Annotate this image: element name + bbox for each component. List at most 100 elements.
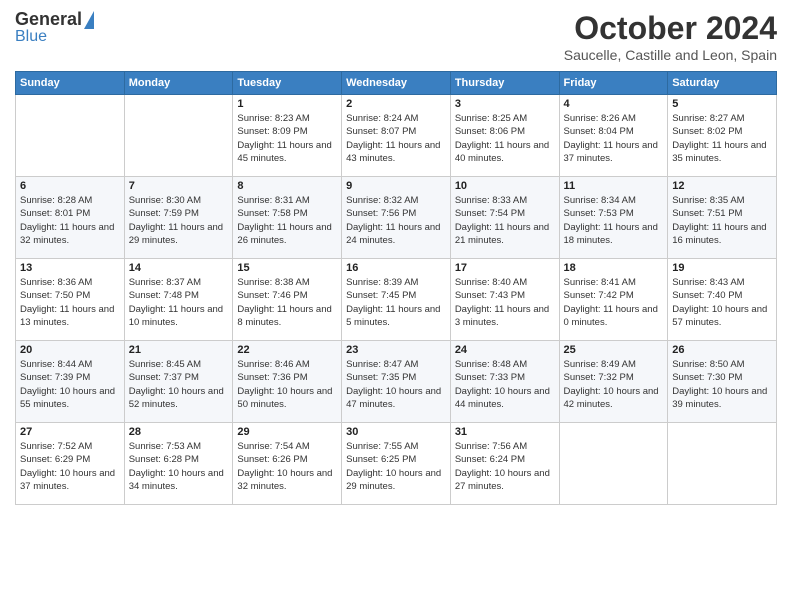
calendar-cell: 21 Sunrise: 8:45 AMSunset: 7:37 PMDayligh…: [124, 341, 233, 423]
calendar-cell: 12 Sunrise: 8:35 AMSunset: 7:51 PMDayligh…: [668, 177, 777, 259]
calendar-cell: [559, 423, 668, 505]
day-detail: Sunrise: 8:34 AMSunset: 7:53 PMDaylight:…: [564, 194, 664, 247]
header-day: Sunday: [16, 72, 125, 95]
calendar-cell: 23 Sunrise: 8:47 AMSunset: 7:35 PMDayligh…: [342, 341, 451, 423]
day-detail: Sunrise: 8:25 AMSunset: 8:06 PMDaylight:…: [455, 112, 555, 165]
logo-general: General: [15, 10, 82, 28]
day-detail: Sunrise: 8:30 AMSunset: 7:59 PMDaylight:…: [129, 194, 229, 247]
day-detail: Sunrise: 8:24 AMSunset: 8:07 PMDaylight:…: [346, 112, 446, 165]
day-detail: Sunrise: 8:40 AMSunset: 7:43 PMDaylight:…: [455, 276, 555, 329]
calendar-cell: 19Sunrise: 8:43 AMSunset: 7:40 PMDayligh…: [668, 259, 777, 341]
calendar-cell: 13Sunrise: 8:36 AMSunset: 7:50 PMDayligh…: [16, 259, 125, 341]
day-number: 23: [346, 344, 446, 356]
page: General Blue October 2024 Saucelle, Cast…: [0, 0, 792, 612]
day-number: 24: [455, 344, 555, 356]
logo-blue: Blue: [15, 28, 47, 46]
header-day: Monday: [124, 72, 233, 95]
calendar-header: SundayMondayTuesdayWednesdayThursdayFrid…: [16, 72, 777, 95]
calendar-cell: 17 Sunrise: 8:40 AMSunset: 7:43 PMDayligh…: [450, 259, 559, 341]
header-day: Saturday: [668, 72, 777, 95]
day-detail: Sunrise: 7:54 AMSunset: 6:26 PMDaylight:…: [237, 440, 337, 493]
calendar-cell: 30 Sunrise: 7:55 AMSunset: 6:25 PMDayligh…: [342, 423, 451, 505]
day-detail: Sunrise: 8:45 AMSunset: 7:37 PMDaylight:…: [129, 358, 229, 411]
day-number: 30: [346, 426, 446, 438]
header: General Blue October 2024 Saucelle, Cast…: [15, 10, 777, 63]
day-number: 8: [237, 180, 337, 192]
day-number: 27: [20, 426, 120, 438]
day-number: 21: [129, 344, 229, 356]
day-number: 28: [129, 426, 229, 438]
calendar-cell: 8 Sunrise: 8:31 AMSunset: 7:58 PMDaylight…: [233, 177, 342, 259]
calendar-cell: [124, 95, 233, 177]
day-detail: Sunrise: 8:27 AMSunset: 8:02 PMDaylight:…: [672, 112, 772, 165]
day-detail: Sunrise: 8:37 AMSunset: 7:48 PMDaylight:…: [129, 276, 229, 329]
day-detail: Sunrise: 8:38 AMSunset: 7:46 PMDaylight:…: [237, 276, 337, 329]
day-detail: Sunrise: 8:23 AMSunset: 8:09 PMDaylight:…: [237, 112, 337, 165]
calendar-cell: 2 Sunrise: 8:24 AMSunset: 8:07 PMDaylight…: [342, 95, 451, 177]
day-number: 25: [564, 344, 664, 356]
day-number: 16: [346, 262, 446, 274]
day-number: 2: [346, 98, 446, 110]
header-row: SundayMondayTuesdayWednesdayThursdayFrid…: [16, 72, 777, 95]
day-number: 15: [237, 262, 337, 274]
day-number: 22: [237, 344, 337, 356]
day-number: 3: [455, 98, 555, 110]
calendar-week: 13Sunrise: 8:36 AMSunset: 7:50 PMDayligh…: [16, 259, 777, 341]
calendar-cell: 6 Sunrise: 8:28 AMSunset: 8:01 PMDaylight…: [16, 177, 125, 259]
logo: General Blue: [15, 10, 94, 46]
calendar-cell: 15 Sunrise: 8:38 AMSunset: 7:46 PMDayligh…: [233, 259, 342, 341]
day-detail: Sunrise: 8:47 AMSunset: 7:35 PMDaylight:…: [346, 358, 446, 411]
day-number: 17: [455, 262, 555, 274]
title-block: October 2024 Saucelle, Castille and Leon…: [564, 10, 777, 63]
calendar-cell: 26Sunrise: 8:50 AMSunset: 7:30 PMDayligh…: [668, 341, 777, 423]
calendar-cell: 29Sunrise: 7:54 AMSunset: 6:26 PMDayligh…: [233, 423, 342, 505]
calendar-week: 27 Sunrise: 7:52 AMSunset: 6:29 PMDayligh…: [16, 423, 777, 505]
header-day: Friday: [559, 72, 668, 95]
day-detail: Sunrise: 8:41 AMSunset: 7:42 PMDaylight:…: [564, 276, 664, 329]
calendar-cell: [668, 423, 777, 505]
day-detail: Sunrise: 8:32 AMSunset: 7:56 PMDaylight:…: [346, 194, 446, 247]
calendar-body: 1Sunrise: 8:23 AMSunset: 8:09 PMDaylight…: [16, 95, 777, 505]
calendar-cell: 5 Sunrise: 8:27 AMSunset: 8:02 PMDaylight…: [668, 95, 777, 177]
logo-text: General: [15, 10, 94, 28]
day-detail: Sunrise: 8:26 AMSunset: 8:04 PMDaylight:…: [564, 112, 664, 165]
day-detail: Sunrise: 8:36 AMSunset: 7:50 PMDaylight:…: [20, 276, 120, 329]
calendar: SundayMondayTuesdayWednesdayThursdayFrid…: [15, 71, 777, 505]
day-number: 10: [455, 180, 555, 192]
day-number: 5: [672, 98, 772, 110]
calendar-cell: 18 Sunrise: 8:41 AMSunset: 7:42 PMDayligh…: [559, 259, 668, 341]
day-number: 6: [20, 180, 120, 192]
calendar-cell: 16Sunrise: 8:39 AMSunset: 7:45 PMDayligh…: [342, 259, 451, 341]
day-detail: Sunrise: 7:55 AMSunset: 6:25 PMDaylight:…: [346, 440, 446, 493]
day-number: 26: [672, 344, 772, 356]
day-detail: Sunrise: 8:33 AMSunset: 7:54 PMDaylight:…: [455, 194, 555, 247]
day-number: 4: [564, 98, 664, 110]
calendar-cell: 1Sunrise: 8:23 AMSunset: 8:09 PMDaylight…: [233, 95, 342, 177]
calendar-cell: 31 Sunrise: 7:56 AMSunset: 6:24 PMDayligh…: [450, 423, 559, 505]
calendar-cell: 4 Sunrise: 8:26 AMSunset: 8:04 PMDaylight…: [559, 95, 668, 177]
day-number: 7: [129, 180, 229, 192]
calendar-cell: 3 Sunrise: 8:25 AMSunset: 8:06 PMDaylight…: [450, 95, 559, 177]
calendar-cell: 27 Sunrise: 7:52 AMSunset: 6:29 PMDayligh…: [16, 423, 125, 505]
day-number: 19: [672, 262, 772, 274]
day-number: 12: [672, 180, 772, 192]
day-detail: Sunrise: 7:52 AMSunset: 6:29 PMDaylight:…: [20, 440, 120, 493]
day-number: 18: [564, 262, 664, 274]
page-title: October 2024: [564, 10, 777, 47]
calendar-cell: 11 Sunrise: 8:34 AMSunset: 7:53 PMDayligh…: [559, 177, 668, 259]
day-number: 31: [455, 426, 555, 438]
calendar-week: 6 Sunrise: 8:28 AMSunset: 8:01 PMDaylight…: [16, 177, 777, 259]
calendar-cell: 22Sunrise: 8:46 AMSunset: 7:36 PMDayligh…: [233, 341, 342, 423]
day-detail: Sunrise: 7:53 AMSunset: 6:28 PMDaylight:…: [129, 440, 229, 493]
day-detail: Sunrise: 8:35 AMSunset: 7:51 PMDaylight:…: [672, 194, 772, 247]
day-detail: Sunrise: 8:31 AMSunset: 7:58 PMDaylight:…: [237, 194, 337, 247]
calendar-week: 20Sunrise: 8:44 AMSunset: 7:39 PMDayligh…: [16, 341, 777, 423]
calendar-cell: [16, 95, 125, 177]
day-detail: Sunrise: 8:49 AMSunset: 7:32 PMDaylight:…: [564, 358, 664, 411]
day-detail: Sunrise: 8:28 AMSunset: 8:01 PMDaylight:…: [20, 194, 120, 247]
day-number: 11: [564, 180, 664, 192]
day-detail: Sunrise: 7:56 AMSunset: 6:24 PMDaylight:…: [455, 440, 555, 493]
page-subtitle: Saucelle, Castille and Leon, Spain: [564, 47, 777, 63]
day-detail: Sunrise: 8:48 AMSunset: 7:33 PMDaylight:…: [455, 358, 555, 411]
header-day: Tuesday: [233, 72, 342, 95]
